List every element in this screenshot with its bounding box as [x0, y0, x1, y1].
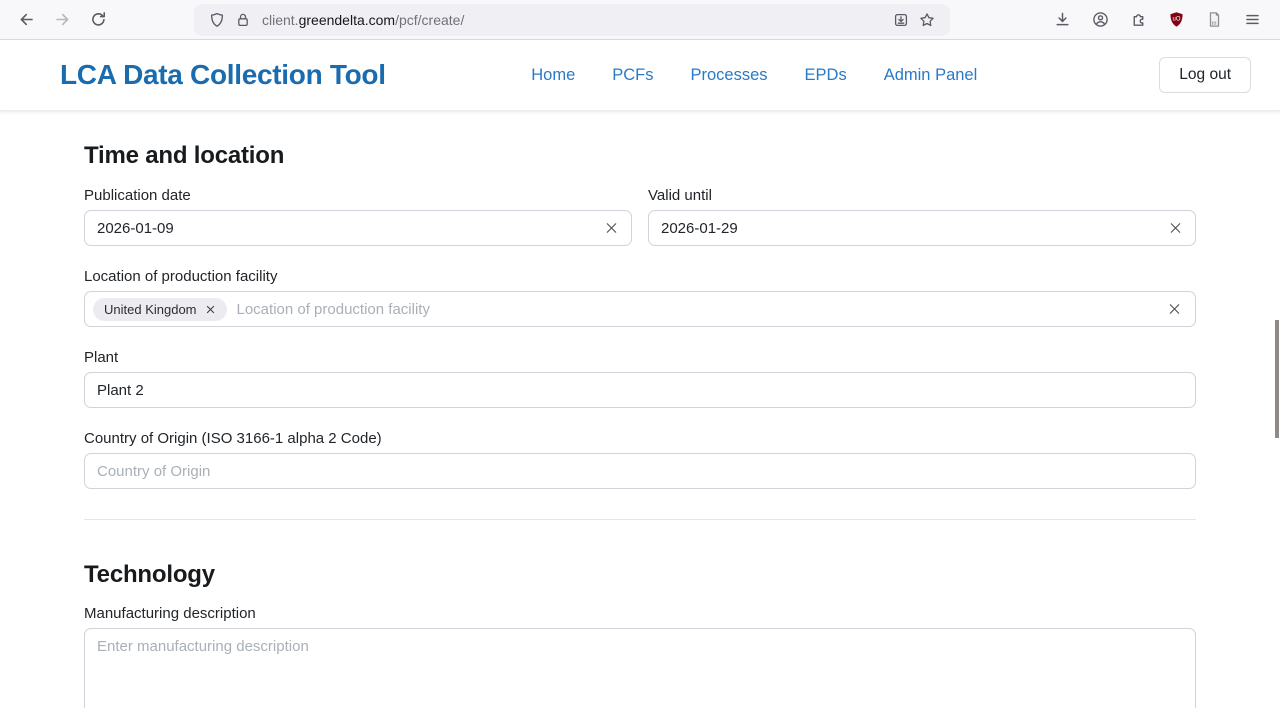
location-clear-icon[interactable] — [1167, 302, 1182, 317]
publication-date-label: Publication date — [84, 187, 632, 204]
star-icon — [919, 12, 935, 28]
reload-button[interactable] — [82, 4, 114, 36]
forward-icon — [54, 11, 71, 28]
ublock-origin-button[interactable]: uO — [1160, 4, 1192, 36]
publication-date-input[interactable] — [84, 210, 632, 246]
document-icon — [1206, 11, 1223, 28]
site-header: LCA Data Collection Tool Home PCFs Proce… — [0, 40, 1280, 111]
country-of-origin-label: Country of Origin (ISO 3166-1 alpha 2 Co… — [84, 430, 1196, 447]
location-label: Location of production facility — [84, 268, 1196, 285]
plant-input[interactable] — [84, 372, 1196, 408]
back-icon — [18, 11, 35, 28]
ublock-shield-icon: uO — [1168, 11, 1185, 28]
nav-link-processes[interactable]: Processes — [691, 66, 768, 85]
back-button[interactable] — [10, 4, 42, 36]
plant-field: Plant — [84, 349, 1196, 408]
box-arrow-down-icon — [893, 12, 909, 28]
section-title-time-and-location: Time and location — [84, 142, 1196, 170]
section-title-technology: Technology — [84, 561, 1196, 589]
url-domain: greendelta.com — [299, 12, 396, 28]
plant-label: Plant — [84, 349, 1196, 366]
location-field: Location of production facility United K… — [84, 268, 1196, 327]
country-of-origin-input[interactable] — [84, 453, 1196, 489]
manufacturing-description-label: Manufacturing description — [84, 605, 1196, 622]
svg-text:uO: uO — [1172, 16, 1180, 22]
account-icon — [1092, 11, 1109, 28]
tracking-protection-shield-icon[interactable] — [204, 7, 230, 33]
forward-button[interactable] — [46, 4, 78, 36]
logout-button[interactable]: Log out — [1159, 57, 1251, 93]
nav-link-admin-panel[interactable]: Admin Panel — [884, 66, 978, 85]
manufacturing-description-textarea[interactable] — [84, 628, 1196, 708]
valid-until-clear-icon[interactable] — [1168, 221, 1183, 236]
main-nav: Home PCFs Processes EPDs Admin Panel — [531, 66, 977, 85]
download-icon — [1054, 11, 1071, 28]
url-path: /pcf/create/ — [395, 12, 464, 28]
lock-icon[interactable] — [230, 7, 256, 33]
nav-link-pcfs[interactable]: PCFs — [612, 66, 653, 85]
pcf-create-form: Time and location Publication date Valid… — [0, 111, 1280, 708]
save-to-pocket-button[interactable] — [888, 7, 914, 33]
reload-icon — [90, 11, 107, 28]
location-input[interactable] — [227, 292, 1158, 326]
extensions-button[interactable] — [1122, 4, 1154, 36]
notes-page-button[interactable] — [1198, 4, 1230, 36]
hamburger-icon — [1244, 11, 1261, 28]
location-multiselect[interactable]: United Kingdom — [84, 291, 1196, 327]
selected-location-tag-label: United Kingdom — [104, 302, 197, 317]
app-title[interactable]: LCA Data Collection Tool — [60, 59, 386, 91]
nav-link-epds[interactable]: EPDs — [805, 66, 847, 85]
browser-toolbar: client.greendelta.com/pcf/create/ uO — [0, 0, 1280, 40]
browser-nav-buttons — [10, 4, 114, 36]
browser-action-buttons: uO — [1046, 4, 1270, 36]
url-bar[interactable]: client.greendelta.com/pcf/create/ — [194, 4, 950, 36]
country-of-origin-field: Country of Origin (ISO 3166-1 alpha 2 Co… — [84, 430, 1196, 489]
remove-tag-icon[interactable] — [205, 304, 216, 315]
section-divider — [84, 519, 1196, 520]
publication-date-field: Publication date — [84, 187, 632, 246]
valid-until-label: Valid until — [648, 187, 1196, 204]
url-text[interactable]: client.greendelta.com/pcf/create/ — [262, 12, 464, 28]
account-button[interactable] — [1084, 4, 1116, 36]
publication-date-clear-icon[interactable] — [604, 221, 619, 236]
valid-until-field: Valid until — [648, 187, 1196, 246]
bookmark-star-button[interactable] — [914, 7, 940, 33]
menu-button[interactable] — [1236, 4, 1268, 36]
puzzle-piece-icon — [1130, 11, 1147, 28]
nav-link-home[interactable]: Home — [531, 66, 575, 85]
selected-location-tag: United Kingdom — [93, 298, 227, 321]
scrollbar-thumb[interactable] — [1275, 320, 1279, 438]
downloads-button[interactable] — [1046, 4, 1078, 36]
manufacturing-description-field: Manufacturing description — [84, 605, 1196, 708]
valid-until-input[interactable] — [648, 210, 1196, 246]
date-fields-row: Publication date Valid until — [84, 187, 1196, 246]
url-subdomain: client. — [262, 12, 299, 28]
